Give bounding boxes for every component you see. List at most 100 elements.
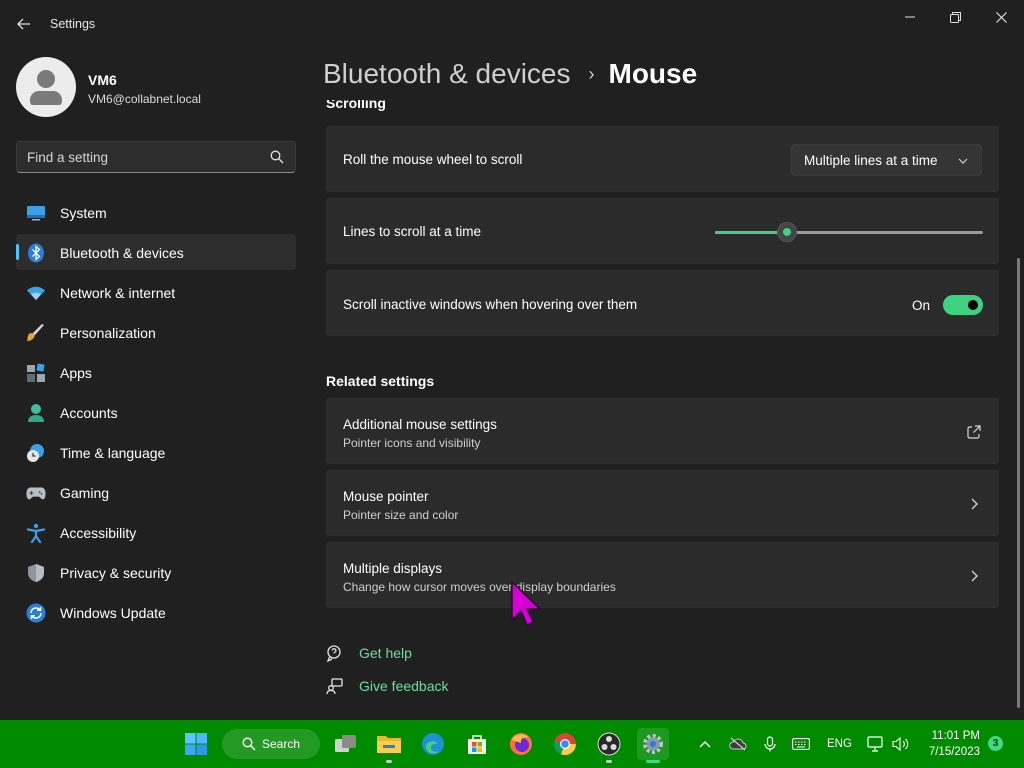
avatar-head — [37, 70, 55, 88]
sidebar-item-bluetooth-devices[interactable]: Bluetooth & devices — [16, 234, 296, 270]
firefox-icon — [510, 733, 532, 755]
sidebar-item-label: Personalization — [60, 325, 156, 341]
back-button[interactable] — [10, 12, 38, 36]
related-item-subtitle: Change how cursor moves over display bou… — [343, 580, 616, 594]
related-item-subtitle: Pointer size and color — [343, 508, 459, 522]
sidebar-item-accessibility[interactable]: Accessibility — [16, 514, 296, 550]
sidebar-item-network[interactable]: Network & internet — [16, 274, 296, 310]
give-feedback-link[interactable]: Give feedback — [326, 677, 449, 695]
sidebar-item-label: Bluetooth & devices — [60, 245, 184, 261]
start-button[interactable] — [180, 728, 212, 760]
sidebar-nav: System Bluetooth & devices Network & int… — [16, 194, 296, 634]
help-chat-icon — [326, 645, 341, 662]
clock-time[interactable]: 11:01 PM — [932, 730, 980, 742]
input-language-label[interactable]: ENG — [827, 738, 852, 750]
lines-slider[interactable] — [715, 222, 983, 242]
edge-button[interactable] — [417, 728, 449, 760]
notification-badge[interactable]: 3 — [988, 736, 1003, 751]
bluetooth-icon — [26, 243, 46, 263]
taskbar-search[interactable]: Search — [222, 729, 320, 759]
related-item-mouse-pointer[interactable]: Mouse pointer Pointer size and color — [326, 470, 999, 536]
sidebar-item-privacy[interactable]: Privacy & security — [16, 554, 296, 590]
clock-date[interactable]: 7/15/2023 — [929, 746, 980, 758]
give-feedback-label: Give feedback — [359, 678, 449, 694]
system-icon — [26, 203, 46, 223]
chrome-button[interactable] — [549, 728, 581, 760]
sidebar-item-windows-update[interactable]: Windows Update — [16, 594, 296, 630]
avatar[interactable] — [16, 57, 76, 117]
obs-button[interactable] — [593, 728, 625, 760]
folder-icon — [377, 736, 401, 753]
sidebar-item-label: Accounts — [60, 405, 118, 421]
sidebar-item-accounts[interactable]: Accounts — [16, 394, 296, 430]
microphone-button[interactable] — [760, 734, 780, 754]
chrome-icon — [554, 733, 577, 756]
toggle-state-label: On — [911, 298, 930, 313]
network-button[interactable] — [866, 734, 886, 754]
sidebar-item-label: Accessibility — [60, 525, 137, 541]
related-item-multiple-displays[interactable]: Multiple displays Change how cursor move… — [326, 542, 999, 608]
file-explorer-button[interactable] — [373, 728, 405, 760]
related-item-subtitle: Pointer icons and visibility — [343, 436, 481, 450]
sidebar-item-label: Network & internet — [60, 285, 176, 301]
task-view-button[interactable] — [330, 728, 362, 760]
chevron-right-icon — [971, 570, 978, 582]
update-icon — [26, 603, 46, 623]
search-icon[interactable] — [270, 150, 284, 164]
taskbar: Search ENG 11:01 PM 7/15/2023 — [0, 720, 1024, 768]
content-scrollbar[interactable] — [1017, 258, 1020, 708]
scroll-inactive-toggle[interactable] — [943, 295, 983, 315]
breadcrumb-parent[interactable]: Bluetooth & devices — [323, 58, 571, 90]
setting-label: Roll the mouse wheel to scroll — [343, 152, 523, 167]
setting-scroll-inactive: Scroll inactive windows when hovering ov… — [326, 270, 999, 336]
wheel-scroll-dropdown[interactable]: Multiple lines at a time — [791, 144, 982, 176]
volume-icon — [892, 736, 909, 752]
sidebar-item-system[interactable]: System — [16, 194, 296, 230]
volume-button[interactable] — [891, 734, 911, 754]
avatar-body — [30, 91, 62, 105]
firefox-button[interactable] — [505, 728, 537, 760]
chevron-down-icon — [958, 158, 968, 164]
close-icon — [995, 11, 1007, 23]
close-button[interactable] — [978, 6, 1024, 28]
breadcrumb-separator-icon: › — [588, 63, 595, 84]
store-button[interactable] — [461, 728, 493, 760]
apps-icon — [26, 363, 46, 383]
dropdown-value: Multiple lines at a time — [804, 153, 938, 168]
get-help-label: Get help — [359, 645, 412, 661]
related-item-title: Multiple displays — [343, 561, 443, 576]
section-title-scrolling: Scrolling — [326, 100, 386, 114]
wifi-icon — [26, 283, 46, 303]
setting-lines-to-scroll: Lines to scroll at a time — [326, 198, 999, 264]
sidebar-item-gaming[interactable]: Gaming — [16, 474, 296, 510]
get-help-link[interactable]: Get help — [326, 644, 412, 662]
keyboard-button[interactable] — [791, 734, 811, 754]
gamepad-icon — [26, 483, 46, 503]
mouse-cursor-icon — [511, 580, 542, 627]
network-icon — [867, 736, 883, 752]
breadcrumb: Bluetooth & devices › Mouse — [323, 58, 697, 90]
restore-button[interactable] — [932, 6, 978, 28]
chevron-right-icon — [971, 498, 978, 510]
restore-icon — [949, 11, 961, 23]
user-email: VM6@collabnet.local — [88, 92, 201, 106]
slider-thumb[interactable] — [777, 222, 798, 242]
show-hidden-icons-button[interactable] — [695, 734, 715, 754]
related-item-additional-mouse[interactable]: Additional mouse settings Pointer icons … — [326, 398, 999, 464]
settings-taskbar-button[interactable] — [637, 728, 669, 760]
section-title-related: Related settings — [326, 373, 435, 389]
sidebar-item-label: Gaming — [60, 485, 110, 501]
sidebar-item-time-language[interactable]: Time & language — [16, 434, 296, 470]
chevron-up-icon — [699, 741, 711, 748]
minimize-button[interactable] — [887, 6, 933, 28]
sidebar-item-personalization[interactable]: Personalization — [16, 314, 296, 350]
edge-icon — [422, 733, 444, 755]
accounts-icon — [26, 403, 46, 423]
microphone-icon — [764, 736, 776, 752]
search-box[interactable] — [16, 141, 296, 173]
sidebar-item-apps[interactable]: Apps — [16, 354, 296, 390]
clock-globe-icon — [26, 443, 46, 463]
search-input[interactable] — [27, 148, 267, 166]
onedrive-button[interactable] — [728, 734, 748, 754]
windows-logo-icon — [185, 733, 207, 755]
